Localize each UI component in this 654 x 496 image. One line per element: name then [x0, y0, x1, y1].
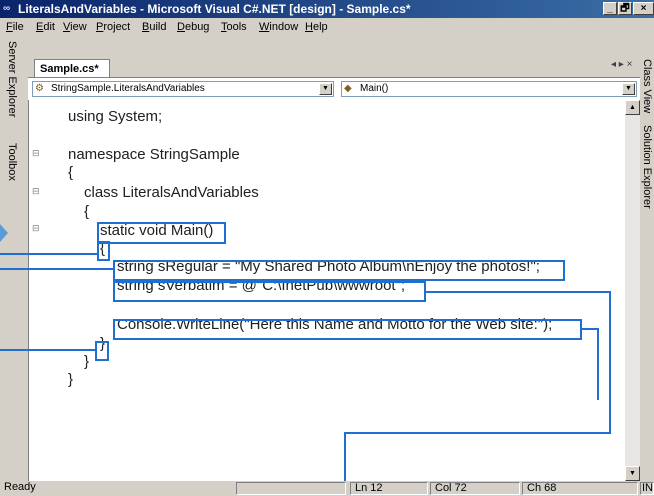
menu-window[interactable]: Window	[259, 21, 298, 33]
tab-navigation-buttons[interactable]: ◂ ▸ ×	[611, 59, 632, 70]
callout-line	[0, 268, 113, 270]
collapse-icon[interactable]: ⊟	[32, 149, 40, 159]
tab-sample-cs[interactable]: Sample.cs*	[34, 59, 110, 77]
tab-class-view[interactable]: Class View	[641, 59, 653, 113]
callout-arrow-icon	[0, 224, 8, 242]
status-line: Ln 12	[350, 482, 428, 495]
menu-build[interactable]: Build	[142, 21, 166, 33]
callout-line	[597, 328, 599, 400]
tab-server-explorer[interactable]: Server Explorer	[6, 41, 18, 117]
status-bar: Ready Ln 12 Col 72 Ch 68 INS	[0, 481, 654, 496]
code-line-5: class LiteralsAndVariables	[84, 184, 259, 201]
restore-button[interactable]: 🗗	[618, 2, 632, 15]
code-line-4: {	[68, 164, 74, 181]
status-text: Ready	[4, 481, 36, 493]
document-tab-strip: Sample.cs* ◂ ▸ ×	[28, 37, 640, 77]
status-column: Col 72	[430, 482, 520, 495]
navigation-bar: ⚙ StringSample.LiteralsAndVariables ▼ ◆ …	[28, 77, 640, 100]
status-panel-empty	[236, 482, 346, 495]
member-dropdown-value: Main()	[360, 83, 389, 94]
callout-line	[0, 349, 95, 351]
menu-help[interactable]: Help	[305, 21, 328, 33]
right-tool-tabs: Class View Solution Explorer	[640, 37, 654, 481]
title-bar: ∞ LiteralsAndVariables - Microsoft Visua…	[0, 0, 654, 18]
callout-line	[426, 291, 610, 293]
document-window: Sample.cs* ◂ ▸ × ⚙ StringSample.Literals…	[28, 37, 640, 481]
outline-margin: ⊟ ⊟ ⊟	[29, 100, 49, 481]
collapse-icon[interactable]: ⊟	[32, 187, 40, 197]
code-line-6: {	[84, 203, 90, 220]
tab-solution-explorer[interactable]: Solution Explorer	[641, 125, 653, 209]
status-char: Ch 68	[522, 482, 638, 495]
highlight-open-brace	[97, 241, 110, 261]
menu-debug[interactable]: Debug	[177, 21, 209, 33]
status-insert-mode: INS	[640, 482, 654, 495]
menu-project[interactable]: Project	[96, 21, 130, 33]
code-line-14: }	[84, 353, 90, 370]
callout-line	[344, 432, 611, 434]
menu-edit[interactable]: Edit	[36, 21, 55, 33]
menu-file[interactable]: File	[6, 21, 24, 33]
member-dropdown[interactable]: ◆ Main() ▼	[341, 81, 637, 97]
left-tool-tabs: Server Explorer Toolbox	[0, 37, 28, 481]
chevron-down-icon[interactable]: ▼	[622, 83, 635, 95]
type-dropdown-value: StringSample.LiteralsAndVariables	[51, 83, 205, 94]
menu-bar: File Edit View Project Build Debug Tools…	[0, 18, 654, 37]
highlight-close-brace	[95, 341, 109, 361]
scroll-down-arrow-icon[interactable]: ▼	[625, 466, 640, 481]
tab-toolbox[interactable]: Toolbox	[6, 143, 18, 181]
code-line-3: namespace StringSample	[68, 146, 240, 163]
minimize-button[interactable]: _	[603, 2, 617, 15]
close-button[interactable]: ×	[633, 2, 654, 15]
collapse-icon[interactable]: ⊟	[32, 224, 40, 234]
highlight-main-signature	[97, 222, 226, 244]
class-icon: ⚙	[35, 83, 44, 94]
window-title: LiteralsAndVariables - Microsoft Visual …	[18, 2, 411, 16]
callout-line	[0, 253, 97, 255]
type-dropdown[interactable]: ⚙ StringSample.LiteralsAndVariables ▼	[32, 81, 334, 97]
code-line-15: }	[68, 371, 74, 388]
highlight-sregular-line	[113, 260, 565, 281]
code-line-1: using System;	[68, 108, 163, 125]
menu-view[interactable]: View	[63, 21, 87, 33]
vertical-scrollbar[interactable]: ▲ ▼	[625, 100, 640, 481]
highlight-sverbatim-line	[113, 281, 426, 302]
highlight-console-line	[113, 319, 582, 340]
scroll-up-arrow-icon[interactable]: ▲	[625, 100, 640, 115]
chevron-down-icon[interactable]: ▼	[319, 83, 332, 95]
callout-line	[609, 291, 611, 434]
visual-studio-icon[interactable]: ∞	[3, 3, 10, 14]
menu-tools[interactable]: Tools	[221, 21, 247, 33]
method-icon: ◆	[344, 83, 352, 94]
